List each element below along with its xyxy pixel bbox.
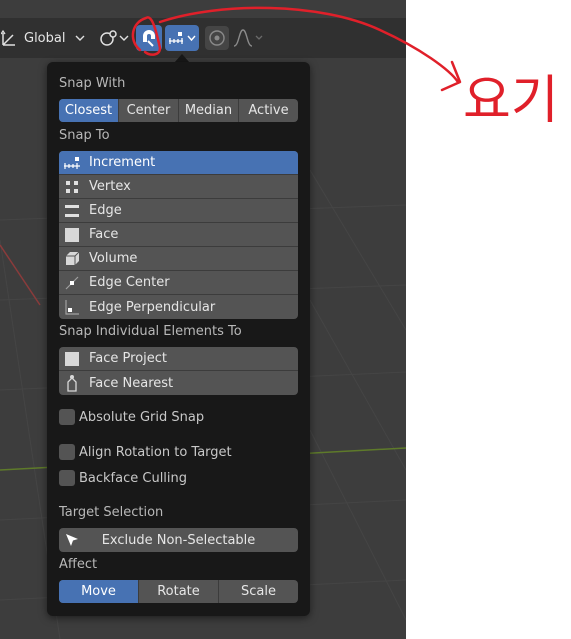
checkbox-box[interactable] bbox=[59, 409, 75, 425]
checkbox-box[interactable] bbox=[59, 470, 75, 486]
affect-rotate[interactable]: Rotate bbox=[139, 580, 219, 603]
increment-icon bbox=[59, 151, 85, 175]
affect-move[interactable]: Move bbox=[59, 580, 139, 603]
face-nearest-icon bbox=[59, 371, 85, 395]
list-item-label: Face Nearest bbox=[89, 375, 174, 391]
snap-to-increment[interactable]: Increment bbox=[59, 151, 298, 175]
list-item-label: Edge Center bbox=[89, 275, 170, 290]
snap-to-edge[interactable]: Edge bbox=[59, 199, 298, 223]
snap-to-edge-center[interactable]: Edge Center bbox=[59, 271, 298, 295]
list-item-label: Edge Perpendicular bbox=[89, 299, 216, 315]
transform-orientation-icon[interactable] bbox=[0, 28, 20, 48]
snap-with-active[interactable]: Active bbox=[239, 99, 298, 122]
vertex-icon bbox=[59, 175, 85, 199]
viewport-header-toolbar: Global bbox=[0, 18, 406, 58]
edge-center-icon bbox=[59, 271, 85, 295]
snap-with-selector: Closest Center Median Active bbox=[59, 99, 298, 122]
cursor-arrow-icon bbox=[59, 533, 85, 547]
snap-to-vertex[interactable]: Vertex bbox=[59, 175, 298, 199]
absolute-grid-snap-checkbox[interactable]: Absolute Grid Snap bbox=[59, 409, 204, 425]
magnet-snap-icon[interactable] bbox=[136, 25, 162, 51]
snap-individual-list: Face Project Face Nearest bbox=[59, 347, 298, 395]
list-item-label: Face Project bbox=[89, 351, 168, 366]
list-item-label: Increment bbox=[89, 155, 156, 170]
snap-to-edge-perpendicular[interactable]: Edge Perpendicular bbox=[59, 295, 298, 319]
increment-snap-icon[interactable] bbox=[165, 25, 199, 51]
target-selection-label: Target Selection bbox=[59, 505, 164, 520]
transform-orientation-dropdown[interactable]: Global bbox=[24, 29, 65, 47]
checkbox-box[interactable] bbox=[59, 444, 75, 460]
edge-icon bbox=[59, 199, 85, 223]
snap-with-closest[interactable]: Closest bbox=[59, 99, 119, 122]
checkbox-label: Backface Culling bbox=[79, 470, 188, 486]
edge-perpendicular-icon bbox=[59, 295, 85, 319]
snap-with-center[interactable]: Center bbox=[119, 99, 179, 122]
list-item-label: Volume bbox=[89, 251, 138, 266]
snapping-popover: Snap With Closest Center Median Active S… bbox=[47, 62, 310, 616]
checkbox-label: Align Rotation to Target bbox=[79, 444, 232, 460]
face-project-icon bbox=[59, 347, 85, 371]
face-icon bbox=[59, 223, 85, 247]
falloff-curve-icon[interactable] bbox=[232, 26, 266, 50]
proportional-editing-icon[interactable] bbox=[205, 26, 229, 50]
snap-individual-label: Snap Individual Elements To bbox=[59, 324, 242, 339]
snap-to-face[interactable]: Face bbox=[59, 223, 298, 247]
backface-culling-checkbox[interactable]: Backface Culling bbox=[59, 470, 187, 486]
align-rotation-checkbox[interactable]: Align Rotation to Target bbox=[59, 444, 232, 460]
volume-icon bbox=[59, 247, 85, 271]
annotation-arrow-head bbox=[440, 60, 462, 92]
list-item-label: Edge bbox=[89, 203, 122, 218]
snap-individual-face-nearest[interactable]: Face Nearest bbox=[59, 371, 298, 395]
exclude-non-selectable-button[interactable]: Exclude Non-Selectable bbox=[59, 528, 298, 552]
snap-individual-face-project[interactable]: Face Project bbox=[59, 347, 298, 371]
checkbox-label: Absolute Grid Snap bbox=[79, 409, 205, 425]
snap-with-median[interactable]: Median bbox=[179, 99, 239, 122]
snap-to-volume[interactable]: Volume bbox=[59, 247, 298, 271]
snap-with-label: Snap With bbox=[59, 76, 126, 91]
chevron-down-icon[interactable] bbox=[118, 30, 130, 46]
snap-to-label: Snap To bbox=[59, 128, 110, 143]
affect-label: Affect bbox=[59, 557, 98, 572]
chevron-down-icon[interactable] bbox=[74, 30, 86, 46]
annotation-text: 요기 bbox=[463, 71, 559, 131]
pivot-point-icon[interactable] bbox=[98, 28, 120, 48]
affect-scale[interactable]: Scale bbox=[219, 580, 298, 603]
list-item-label: Vertex bbox=[89, 179, 131, 194]
list-item-label: Face bbox=[89, 227, 119, 242]
button-label: Exclude Non-Selectable bbox=[101, 532, 256, 548]
snap-to-list: Increment Vertex Edge Face Volume Edge C… bbox=[59, 151, 298, 319]
affect-selector: Move Rotate Scale bbox=[59, 580, 298, 603]
